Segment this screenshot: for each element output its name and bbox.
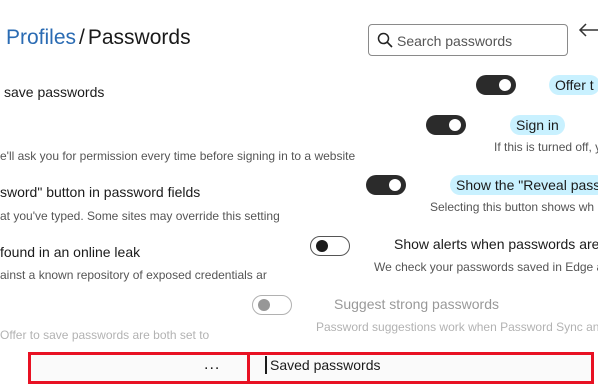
signin-toggle[interactable] <box>426 115 466 135</box>
toggle-knob <box>389 179 401 191</box>
search-box[interactable] <box>368 24 568 56</box>
signin-label: Sign in <box>510 115 565 135</box>
more-options-button[interactable]: ... <box>204 356 220 374</box>
toggle-knob <box>258 299 270 311</box>
suggest-description: Password suggestions work when Password … <box>316 320 598 334</box>
saved-passwords-heading: Saved passwords <box>270 357 381 373</box>
highlight-divider <box>219 355 250 381</box>
page-title: Profiles / Passwords <box>6 26 191 50</box>
signin-description: If this is turned off, y <box>494 140 598 154</box>
offer-save-toggle[interactable] <box>476 75 516 95</box>
alerts-toggle[interactable] <box>310 236 350 256</box>
reveal-description: Selecting this button shows wh <box>430 200 595 214</box>
suggest-toggle[interactable] <box>252 295 292 315</box>
breadcrumb-current: Passwords <box>87 26 191 49</box>
signin-description-left: e'll ask you for permission every time b… <box>0 149 356 163</box>
offer-save-label-left: save passwords <box>4 84 105 100</box>
toggle-knob <box>316 240 328 252</box>
breadcrumb-profiles[interactable]: Profiles <box>6 26 76 49</box>
alerts-description: We check your passwords saved in Edge ag <box>374 260 598 274</box>
toggle-knob <box>499 79 511 91</box>
reveal-label: Show the "Reveal pass <box>450 175 598 195</box>
toggle-knob <box>449 119 461 131</box>
reveal-label-left: sword" button in password fields <box>0 184 201 200</box>
suggest-description-left: Offer to save passwords are both set to <box>0 328 210 342</box>
search-input[interactable] <box>395 29 564 53</box>
breadcrumb-separator: / <box>79 26 85 49</box>
search-icon <box>377 32 393 48</box>
saved-passwords-marker <box>265 356 267 374</box>
reveal-description-left: at you've typed. Some sites may override… <box>0 209 280 223</box>
offer-save-label: Offer t <box>549 75 598 95</box>
reveal-toggle[interactable] <box>366 175 406 195</box>
suggest-label: Suggest strong passwords <box>334 296 499 312</box>
alerts-label-left: found in an online leak <box>0 244 141 260</box>
alerts-label: Show alerts when passwords are <box>394 236 598 252</box>
back-arrow-icon[interactable] <box>578 22 598 43</box>
alerts-description-left: ainst a known repository of exposed cred… <box>0 268 267 282</box>
